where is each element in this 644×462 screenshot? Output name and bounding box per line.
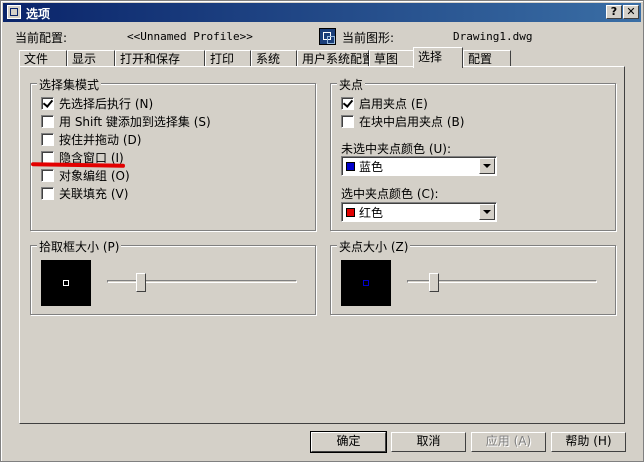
selection-mode-checkbox-label: 按住并拖动 (D)	[59, 133, 142, 147]
grip-option-checkbox-1[interactable]: 在块中启用夹点 (B)	[341, 113, 464, 130]
grips-legend: 夹点	[337, 76, 366, 93]
ok-button[interactable]: 确定	[310, 431, 387, 453]
selection-mode-checkbox-1[interactable]: 用 Shift 键添加到选择集 (S)	[41, 113, 211, 130]
selection-modes-legend: 选择集模式	[37, 76, 102, 93]
checkbox-icon[interactable]	[41, 133, 54, 146]
pickbox-size-legend: 拾取框大小 (P)	[37, 238, 122, 255]
checkbox-checked-icon[interactable]	[341, 97, 354, 110]
unselected-grip-color-select[interactable]: 蓝色	[341, 156, 497, 176]
cancel-label: 取消	[416, 434, 441, 448]
drawing-icon	[319, 28, 336, 45]
color-swatch	[346, 161, 355, 171]
help-title-button[interactable]: ?	[606, 5, 622, 19]
selection-mode-checkbox-0[interactable]: 先选择后执行 (N)	[41, 95, 153, 112]
grip-size-preview	[341, 260, 391, 306]
selection-mode-checkbox-label: 用 Shift 键添加到选择集 (S)	[59, 115, 211, 129]
selection-mode-checkbox-label: 关联填充 (V)	[59, 187, 129, 201]
help-label: 帮助 (H)	[565, 434, 612, 448]
cancel-button[interactable]: 取消	[391, 432, 466, 452]
grip-marker	[363, 280, 369, 286]
tab-open-save[interactable]: 打开和保存	[115, 50, 205, 67]
checkbox-checked-icon[interactable]	[41, 97, 54, 110]
options-dialog: 选项 ? ✕ 当前配置: <<Unnamed Profile>> 当前图形: D…	[0, 0, 644, 462]
current-drawing-label: 当前图形:	[342, 31, 395, 45]
grip-option-checkbox-label: 启用夹点 (E)	[359, 97, 428, 111]
unselected-grip-color-label: 未选中夹点颜色 (U):	[341, 142, 452, 156]
tab-profiles[interactable]: 配置	[463, 50, 511, 67]
selection-mode-checkbox-label: 对象编组 (O)	[59, 169, 130, 183]
checkbox-icon[interactable]	[41, 169, 54, 182]
window-title: 选项	[26, 7, 51, 21]
selection-mode-checkbox-2[interactable]: 按住并拖动 (D)	[41, 131, 141, 148]
selected-grip-color-label: 选中夹点颜色 (C):	[341, 187, 439, 201]
tab-drafting[interactable]: 草图	[369, 50, 415, 67]
selected-grip-color-select[interactable]: 红色	[341, 202, 497, 222]
pickbox-preview	[41, 260, 91, 306]
grip-size-legend: 夹点大小 (Z)	[337, 238, 411, 255]
chevron-down-icon[interactable]	[479, 158, 495, 174]
chevron-down-icon[interactable]	[479, 204, 495, 220]
selection-mode-checkbox-5[interactable]: 关联填充 (V)	[41, 185, 128, 202]
tab-plot[interactable]: 打印	[205, 50, 251, 67]
ok-label: 确定	[336, 434, 361, 448]
apply-label: 应用 (A)	[485, 434, 532, 448]
checkbox-icon[interactable]	[41, 187, 54, 200]
tab-system[interactable]: 系统	[251, 50, 297, 67]
current-drawing-value: Drawing1.dwg	[453, 30, 533, 43]
pickbox-slider-thumb[interactable]	[135, 273, 146, 292]
tab-user-preferences[interactable]: 用户系统配置	[297, 50, 374, 67]
grip-size-slider-thumb[interactable]	[428, 273, 439, 292]
selection-mode-checkbox-4[interactable]: 对象编组 (O)	[41, 167, 130, 184]
help-button[interactable]: 帮助 (H)	[551, 432, 626, 452]
tab-files[interactable]: 文件	[19, 50, 67, 67]
grip-option-checkbox-label: 在块中启用夹点 (B)	[359, 115, 465, 129]
color-swatch	[346, 207, 355, 217]
checkbox-icon[interactable]	[341, 115, 354, 128]
tab-selection[interactable]: 选择	[413, 47, 463, 68]
apply-button[interactable]: 应用 (A)	[471, 432, 546, 452]
grip-option-checkbox-0[interactable]: 启用夹点 (E)	[341, 95, 428, 112]
tab-display[interactable]: 显示	[67, 50, 115, 67]
unselected-grip-color-value: 蓝色	[359, 159, 384, 174]
current-profile-value: <<Unnamed Profile>>	[127, 30, 253, 43]
title-bar: 选项 ? ✕	[3, 3, 641, 22]
selection-mode-checkbox-label: 先选择后执行 (N)	[59, 97, 154, 111]
close-icon[interactable]: ✕	[623, 5, 639, 19]
selected-grip-color-value: 红色	[359, 205, 384, 220]
checkbox-icon[interactable]	[41, 115, 54, 128]
current-profile-label: 当前配置:	[15, 31, 68, 45]
pickbox-marker	[63, 280, 69, 286]
app-icon	[7, 5, 21, 19]
